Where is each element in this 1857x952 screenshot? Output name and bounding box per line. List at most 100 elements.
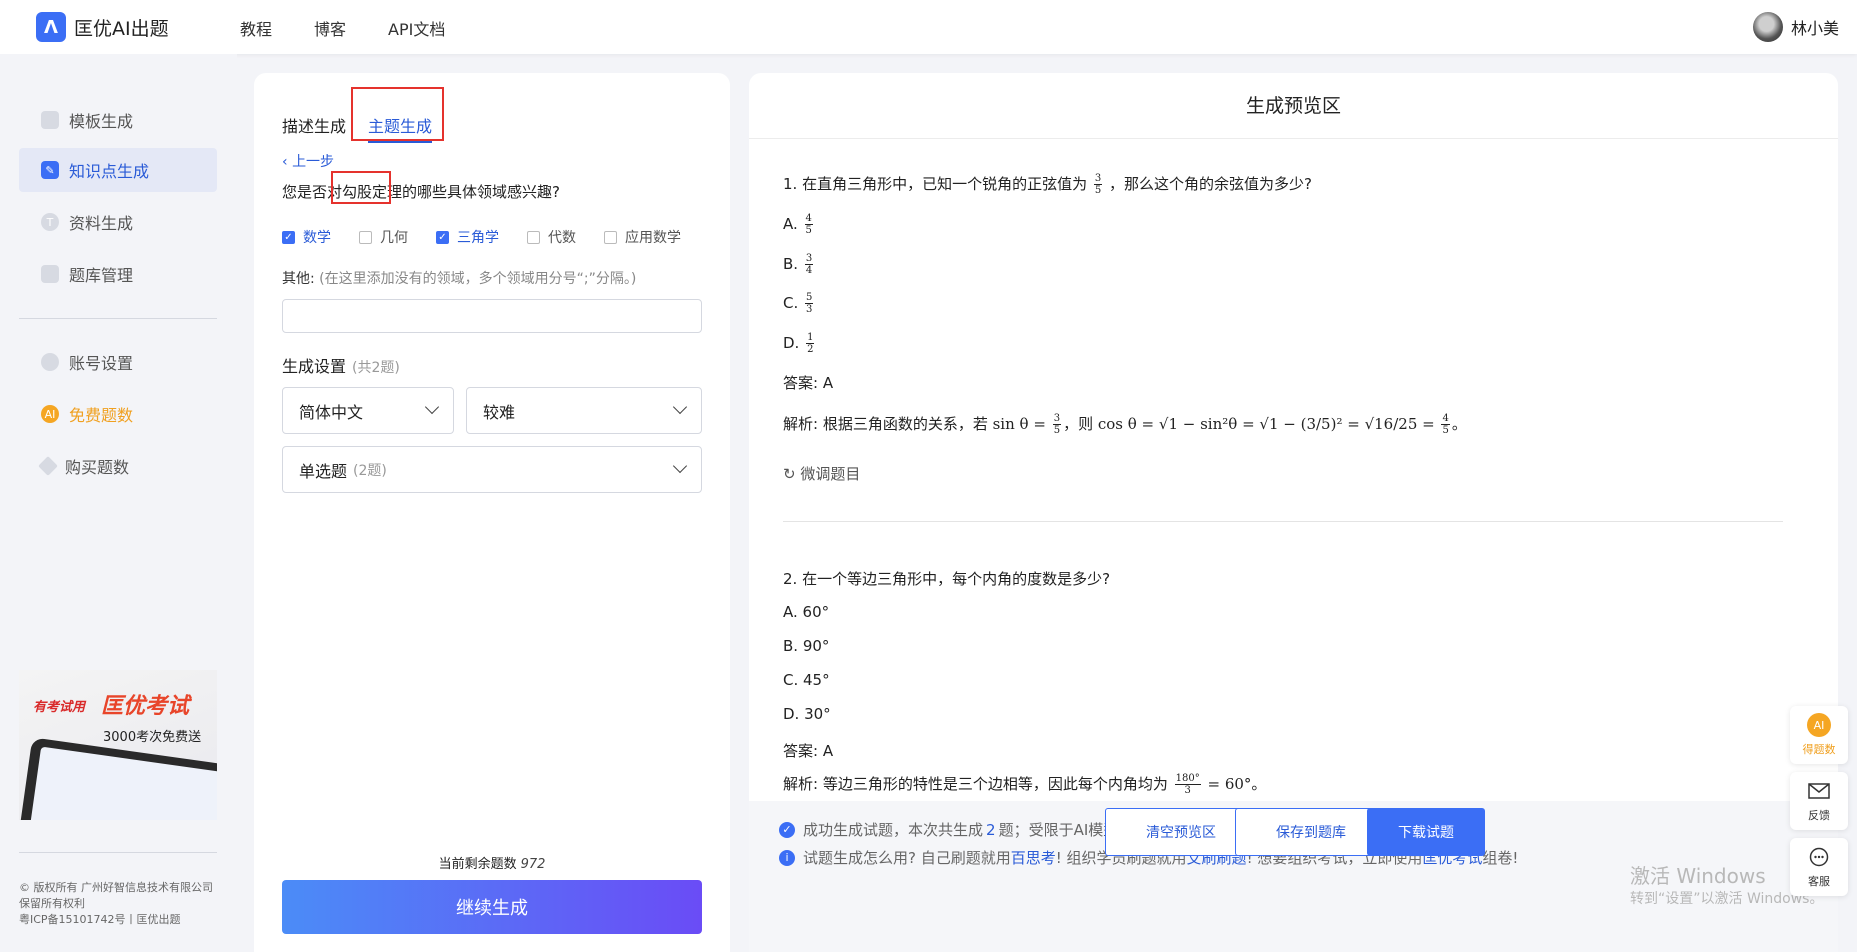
back-label: 上一步 [292,154,335,170]
sidebar-item-account[interactable]: 账号设置 [19,340,217,384]
checkbox-applied-math[interactable]: 应用数学 [604,227,681,247]
chevron-down-icon [672,399,688,415]
fraction: 180° 3 [1174,773,1201,796]
option-key: C. [783,294,799,312]
other-label-text: 其他: [282,271,315,287]
denominator: 5 [1442,425,1449,436]
language-select[interactable]: 简体中文 [282,387,454,434]
avatar[interactable] [1752,12,1783,42]
nav-link-blog[interactable]: 博客 [314,16,346,40]
question-1-analysis: 解析: 根据三角函数的关系，若 sin θ = 3 5 ，则 cos θ = √1 … [783,413,1467,436]
logo-icon: Λ [36,12,66,42]
nav-link-tutorial[interactable]: 教程 [240,16,272,40]
sidebar-item-bank[interactable]: 题库管理 [19,252,217,296]
nav-links: 教程 博客 API文档 [240,16,487,40]
feedback-widget[interactable]: 反馈 [1790,772,1848,830]
generation-settings-title: 生成设置 (共2题) [282,353,400,377]
settings-count: (共2题) [352,360,400,376]
sidebar-item-free-quota[interactable]: AI 免费题数 [19,392,217,436]
analysis-text: 。 [1451,415,1467,433]
numerator: 3 [1093,173,1103,185]
tune-label: 微调题目 [800,465,861,483]
denominator: 5 [805,225,812,236]
promo-line2: 匡优考试 [101,694,190,719]
sidebar-item-label: 购买题数 [65,458,130,477]
service-label: 客服 [1808,875,1830,888]
link-baisikao[interactable]: 百思考 [1011,847,1056,868]
refresh-icon: ↻ [783,465,796,483]
fraction: 45 [1441,413,1450,436]
notice-text: 试题生成怎么用? 自己刷题就用 [803,849,1011,867]
promo-line3: 3000考次免费送 [103,730,202,745]
sidebar-item-buy-quota[interactable]: 购买题数 [19,444,217,488]
checkbox-math[interactable]: ✓ 数学 [282,227,331,247]
sidebar-item-knowledge[interactable]: ✎ 知识点生成 [19,148,217,192]
feedback-label: 反馈 [1808,809,1830,822]
checkbox-algebra[interactable]: 代数 [527,227,576,247]
numerator: 180° [1174,773,1201,785]
checkbox-label: 代数 [548,230,576,246]
question-1-option-a: A. 45 [783,213,815,236]
checkbox-box [604,230,617,244]
highlight-box [351,87,444,141]
question-1-answer: 答案: A [783,374,834,392]
copyright-line: © 版权所有 广州好智信息技术有限公司 [19,881,213,894]
mail-icon [1807,779,1831,803]
checkbox-geometry[interactable]: 几何 [359,227,408,247]
question-2-stem: 2. 在一个等边三角形中，每个内角的度数是多少? [783,570,1111,588]
question-type-select[interactable]: 单选题 (2题) [282,446,702,493]
settings-title-text: 生成设置 [282,357,347,376]
nav-link-api-docs[interactable]: API文档 [388,16,445,40]
back-link[interactable]: ‹ 上一步 [282,151,334,171]
math-expression: cos θ = √1 − sin²θ = √1 − (3/5)² = √16/2… [1097,415,1435,433]
chevron-left-icon: ‹ [282,154,288,170]
customer-service-widget[interactable]: 客服 [1790,838,1848,896]
question-type-value: 单选题 [299,461,348,481]
checkbox-box [527,230,540,244]
difficulty-select[interactable]: 较难 [466,387,702,434]
user-menu[interactable]: 林小美 [1752,12,1839,42]
numerator: 3 [1052,413,1062,425]
promo-banner[interactable]: 有考试用 匡优考试 3000考次免费送 [19,670,217,820]
math-expression: = 60° [1207,775,1252,793]
question-2-answer: 答案: A [783,742,834,760]
sidebar-item-material[interactable]: T 资料生成 [19,200,217,244]
icp-line[interactable]: 粤ICP备15101742号丨匡优出题 [19,912,219,928]
top-navbar: Λ 匡优AI出题 教程 博客 API文档 林小美 [0,0,1857,54]
continue-generate-button[interactable]: 继续生成 [282,880,702,934]
sidebar-item-template[interactable]: 模板生成 [19,98,217,142]
denominator: 3 [1184,785,1191,796]
remaining-quota: 当前剩余题数 972 [254,853,730,872]
math-expression: sin θ = [992,415,1046,433]
download-questions-button[interactable]: 下载试题 [1367,808,1485,856]
fraction: 35 [1052,413,1062,436]
checkbox-trigonometry[interactable]: ✓ 三角学 [436,227,499,247]
bank-icon [41,265,59,283]
generation-form-panel: 描述生成 主题生成 ‹ 上一步 您是否对勾股定理的哪些具体领域感兴趣? ✓ 数学… [254,73,730,952]
analysis-text: 解析: 根据三角函数的关系，若 [783,415,988,433]
checkbox-label: 几何 [380,230,408,246]
numerator: 3 [804,253,814,265]
denominator: 3 [806,304,813,315]
tune-question-button[interactable]: ↻ 微调题目 [783,463,860,484]
checkbox-box [359,230,372,244]
question-type-count: (2题) [353,462,387,479]
sidebar-item-label: 题库管理 [69,266,134,285]
sidebar-item-label: 免费题数 [69,406,134,425]
template-icon [41,111,59,129]
tab-describe[interactable]: 描述生成 [282,113,346,143]
user-name[interactable]: 林小美 [1791,15,1839,39]
app-logo[interactable]: Λ 匡优AI出题 [36,12,169,42]
save-to-bank-button[interactable]: 保存到题库 [1235,808,1387,856]
chat-icon [1807,845,1831,869]
preview-title: 生成预览区 [749,73,1838,139]
option-key: D. [783,334,800,352]
checkbox-label: 三角学 [457,230,499,246]
other-domain-input[interactable] [282,299,702,333]
fraction: 34 [804,253,814,276]
sidebar-item-label: 资料生成 [69,214,134,233]
denominator: 5 [1094,185,1102,196]
stem-text: 1. 在直角三角形中，已知一个锐角的正弦值为 [783,175,1088,193]
earn-quota-widget[interactable]: AI 得题数 [1790,706,1848,764]
highlight-box [331,171,391,204]
